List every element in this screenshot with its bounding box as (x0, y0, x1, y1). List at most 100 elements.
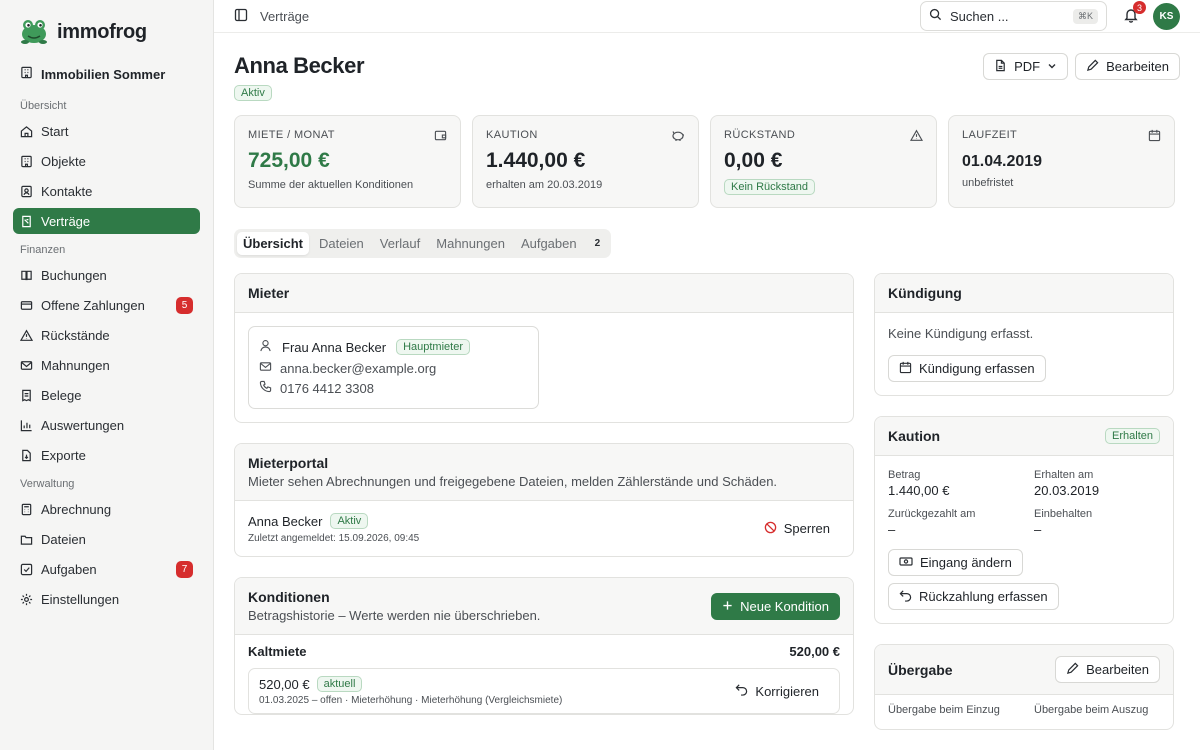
field-value: – (888, 522, 896, 537)
status-badge: Aktiv (234, 85, 272, 101)
checkbox-icon (20, 563, 33, 576)
new-condition-label: Neue Kondition (740, 598, 829, 614)
sidebar-item-verträge[interactable]: Verträge (13, 208, 200, 234)
stat-label: Kaution (486, 129, 538, 141)
calendar-icon (899, 361, 912, 377)
sidebar-item-label: Exporte (41, 447, 86, 463)
field-value: 20.03.2019 (1034, 483, 1100, 498)
search-shortcut: ⌘K (1072, 8, 1098, 24)
tenant-phone[interactable]: 0176 4412 3308 (280, 381, 374, 396)
sidebar-item-dateien[interactable]: Dateien (13, 526, 200, 552)
tab-reminders[interactable]: Mahnungen (430, 232, 511, 255)
breadcrumb[interactable]: Verträge (260, 9, 309, 24)
sidebar-item-label: Kontakte (41, 183, 93, 199)
main-area: Verträge Suchen ... ⌘K 3 KS Anna Becker (214, 0, 1200, 750)
brand-logo[interactable]: immofrog (13, 0, 200, 64)
sidebar-item-mahnungen[interactable]: Mahnungen (13, 352, 200, 378)
sidebar-item-rückstände[interactable]: Rückstände (13, 322, 200, 348)
sidebar-item-start[interactable]: Start (13, 118, 200, 144)
folder-icon (20, 533, 33, 546)
tab-files[interactable]: Dateien (313, 232, 370, 255)
field-label: Betrag (888, 469, 921, 481)
tenant-card: Mieter Frau Anna Becker Hauptmieter anna… (234, 273, 854, 423)
stat-deposit: Kaution 1.440,00 € erhalten am 20.03.201… (472, 115, 699, 208)
sidebar-item-aufgaben[interactable]: Aufgaben 7 (13, 556, 200, 582)
tenant-entry[interactable]: Frau Anna Becker Hauptmieter anna.becker… (248, 326, 539, 409)
calendar-icon (1148, 129, 1161, 145)
home-icon (20, 125, 33, 138)
block-portal-button[interactable]: Sperren (753, 515, 840, 542)
ban-icon (764, 521, 777, 537)
condition-label: Kaltmiete (248, 644, 307, 659)
stat-sub: unbefristet (962, 177, 1014, 189)
handover-edit-button[interactable]: Bearbeiten (1055, 656, 1160, 683)
sidebar-toggle-icon[interactable] (234, 8, 248, 25)
record-refund-label: Rückzahlung erfassen (919, 589, 1048, 604)
sidebar-item-abrechnung[interactable]: Abrechnung (13, 496, 200, 522)
tab-history[interactable]: Verlauf (374, 232, 426, 255)
condition-row: Kaltmiete 520,00 € (235, 635, 853, 668)
gear-icon (20, 593, 33, 606)
conditions-title: Konditionen (248, 589, 330, 605)
org-name: Immobilien Sommer (41, 66, 166, 82)
condition-entry: 520,00 € aktuell 01.03.2025 – offen · Mi… (248, 668, 840, 714)
search-input[interactable]: Suchen ... ⌘K (920, 1, 1107, 31)
pdf-button[interactable]: PDF (983, 53, 1069, 80)
calculator-icon (20, 503, 33, 516)
tenant-name: Frau Anna Becker (282, 339, 387, 355)
search-icon (929, 8, 942, 24)
sidebar-item-auswertungen[interactable]: Auswertungen (13, 412, 200, 438)
entry-current-badge: aktuell (316, 676, 363, 692)
sidebar-item-exporte[interactable]: Exporte (13, 442, 200, 468)
sidebar-item-einstellungen[interactable]: Einstellungen (13, 586, 200, 612)
field-label: Einbehalten (1034, 508, 1093, 520)
termination-card: Kündigung Keine Kündigung erfasst. Kündi… (874, 273, 1174, 396)
plus-icon (722, 599, 733, 614)
change-receipt-button[interactable]: Eingang ändern (888, 549, 1023, 576)
portal-last-login: Zuletzt angemeldet: 15.09.2026, 09:45 (248, 533, 420, 544)
mail-icon (20, 359, 33, 372)
record-refund-button[interactable]: Rückzahlung erfassen (888, 583, 1059, 610)
topbar: Verträge Suchen ... ⌘K 3 KS (214, 0, 1200, 33)
sidebar-section-label: Verwaltung (20, 478, 75, 490)
sidebar-item-label: Mahnungen (41, 357, 110, 373)
record-termination-button[interactable]: Kündigung erfassen (888, 355, 1046, 382)
avatar[interactable]: KS (1153, 2, 1180, 30)
content-columns: Mieter Frau Anna Becker Hauptmieter anna… (234, 273, 1180, 750)
field-value: 1.440,00 € (888, 483, 950, 498)
deposit-card: Kaution Erhalten Betrag 1.440,00 € Erhalt… (874, 416, 1174, 624)
tab-bar: Übersicht Dateien Verlauf Mahnungen Aufg… (234, 229, 612, 258)
correct-button[interactable]: Korrigieren (725, 677, 829, 705)
sidebar-item-label: Aufgaben (41, 561, 97, 577)
stat-term: Laufzeit 01.04.2019 unbefristet (948, 115, 1175, 208)
sidebar-item-label: Dateien (41, 531, 86, 547)
deposit-status-badge: Erhalten (1105, 428, 1160, 444)
sidebar-item-kontakte[interactable]: Kontakte (13, 178, 200, 204)
edit-button[interactable]: Bearbeiten (1075, 53, 1180, 80)
sidebar-item-belege[interactable]: Belege (13, 382, 200, 408)
sidebar-item-buchungen[interactable]: Buchungen (13, 262, 200, 288)
tab-tasks[interactable]: Aufgaben (515, 232, 583, 255)
portal-subtitle: Mieter sehen Abrechnungen und freigegebe… (248, 474, 778, 489)
tenant-email[interactable]: anna.becker@example.org (280, 361, 436, 376)
sidebar-item-label: Belege (41, 387, 82, 403)
sidebar-item-offene-zahlungen[interactable]: Offene Zahlungen 5 (13, 292, 200, 318)
tab-overview[interactable]: Übersicht (237, 232, 309, 255)
contract-icon (20, 215, 33, 228)
count-badge: 5 (176, 296, 193, 314)
contacts-icon (20, 185, 33, 198)
building-icon (20, 155, 33, 168)
stat-label: Rückstand (724, 129, 796, 141)
sidebar-item-objekte[interactable]: Objekte (13, 148, 200, 174)
notifications-button[interactable]: 3 (1119, 1, 1146, 28)
deposit-fields: Betrag 1.440,00 € Erhalten am 20.03.2019 Z… (888, 469, 1160, 537)
sidebar-item-label: Start (41, 123, 69, 139)
change-receipt-label: Eingang ändern (920, 555, 1012, 570)
stat-sub: erhalten am 20.03.2019 (486, 179, 603, 191)
portal-status-badge: Aktiv (330, 513, 369, 529)
new-condition-button[interactable]: Neue Kondition (711, 592, 840, 620)
handover-title: Übergabe (888, 661, 953, 678)
org-switcher[interactable]: Immobilien Sommer (13, 64, 200, 84)
deposit-title: Kaution (888, 428, 941, 444)
contract-detail: Anna Becker Aktiv PDF Bearbeiten MIETE /… (214, 33, 1200, 750)
